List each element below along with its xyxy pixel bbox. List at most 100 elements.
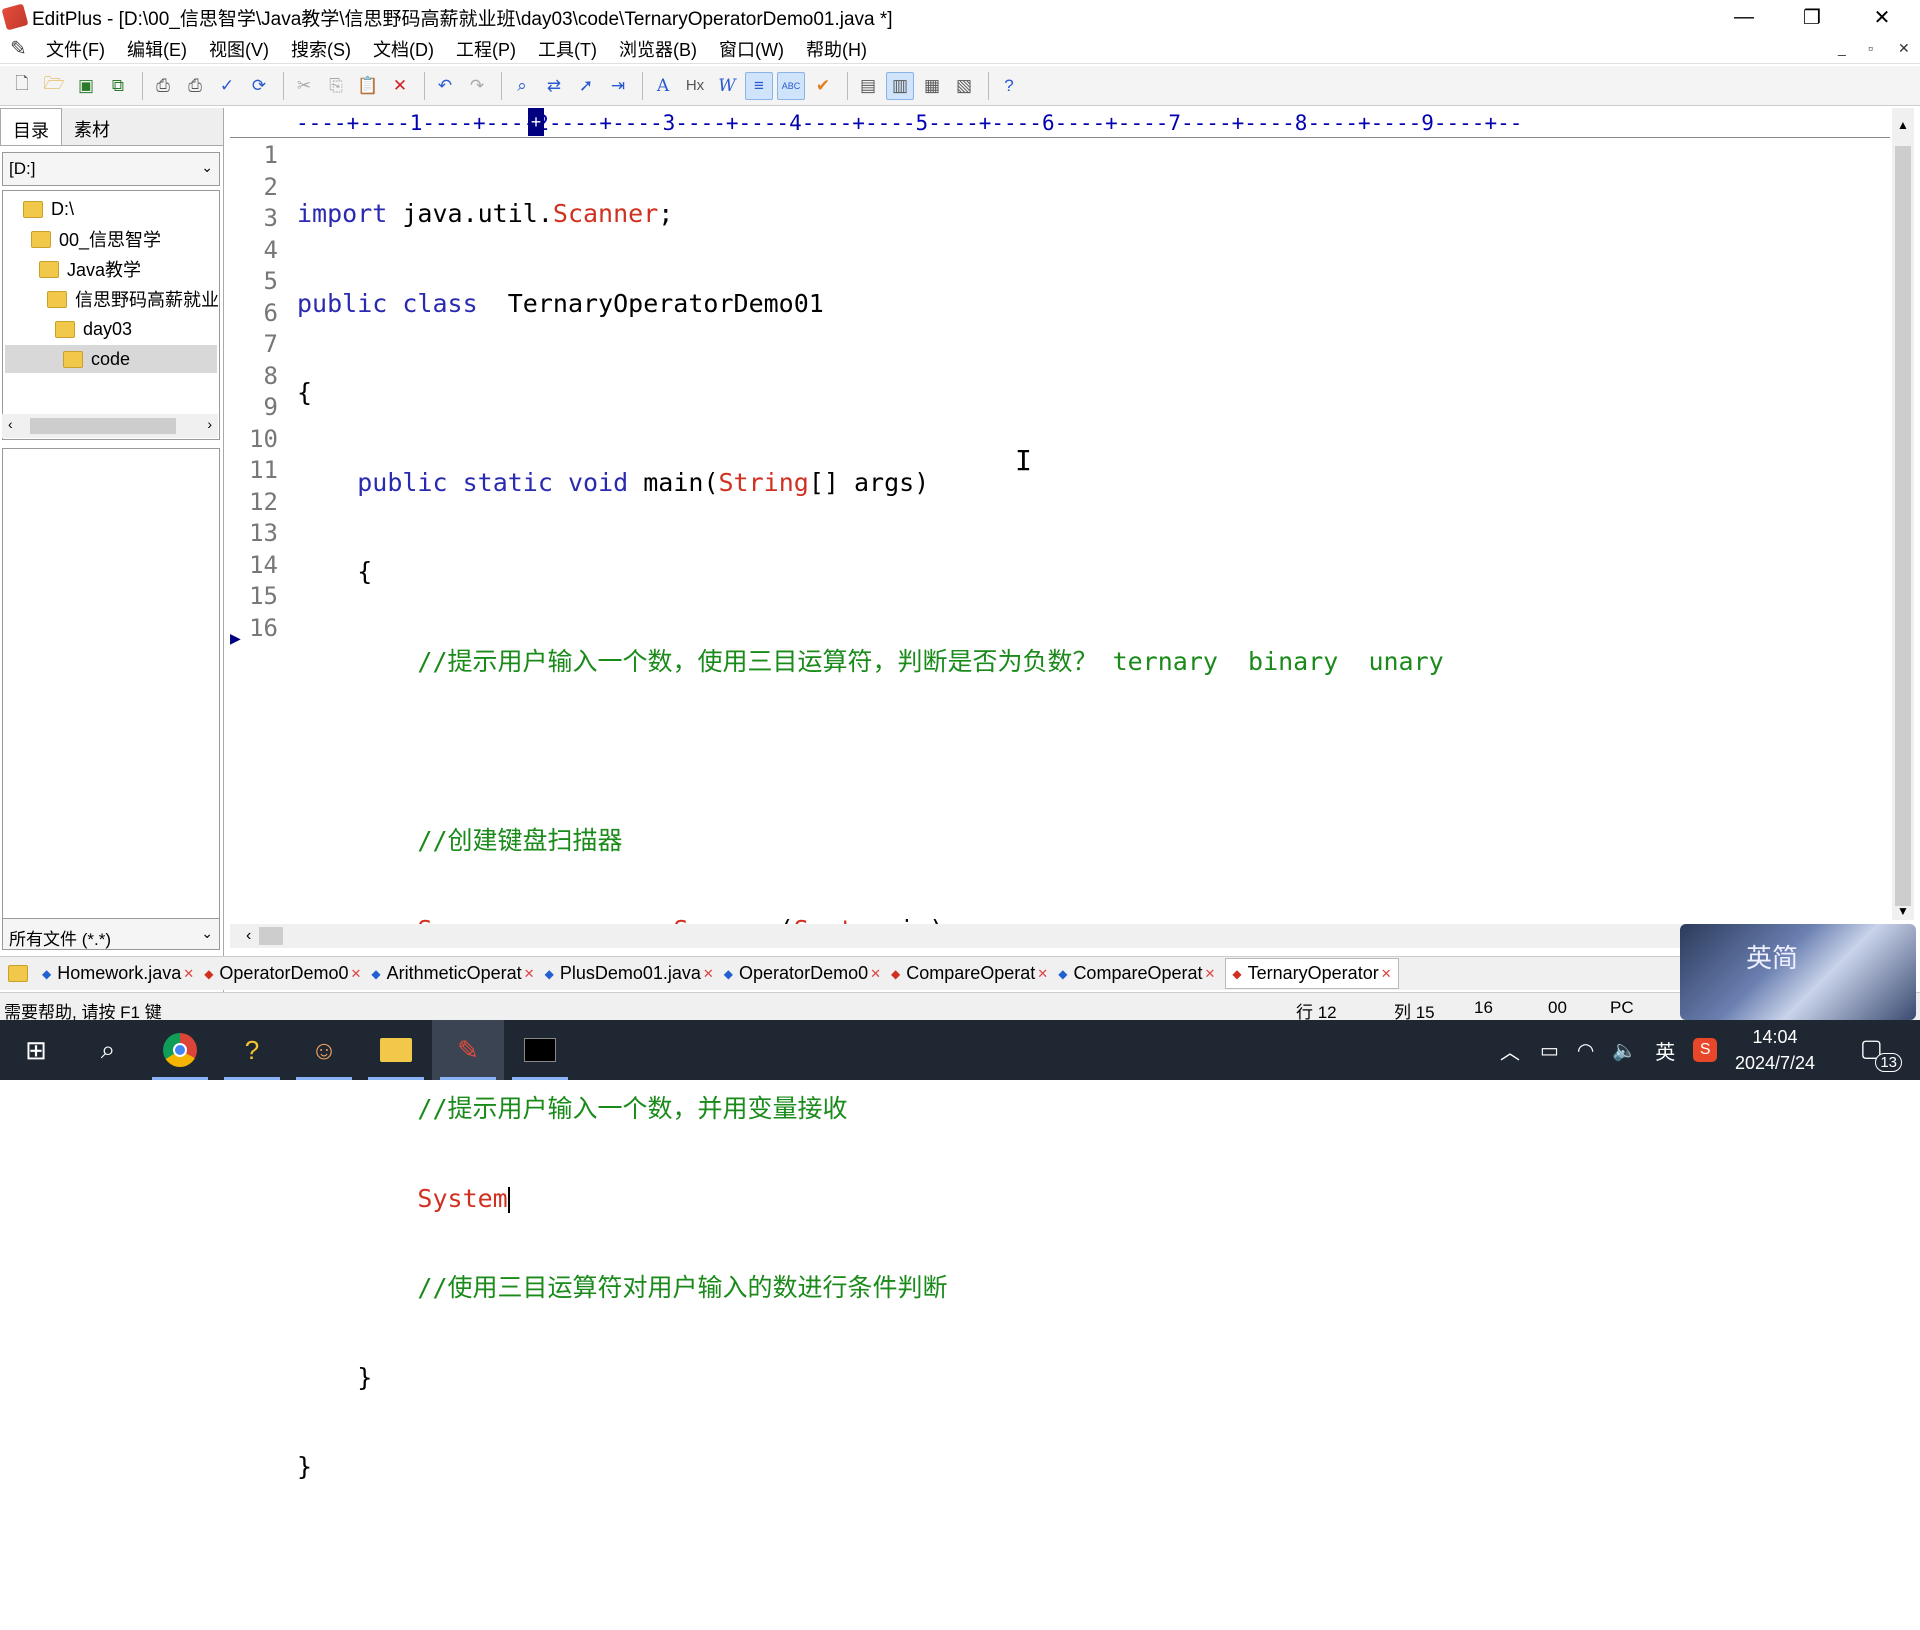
restore-button[interactable]: ❐ (1784, 0, 1840, 34)
menu-tools[interactable]: 工具(T) (538, 36, 597, 62)
editplus-app-icon[interactable] (1, 3, 29, 31)
spell-check-icon[interactable]: ✓ (213, 72, 241, 100)
tab-directory[interactable]: 目录 (0, 108, 62, 145)
scroll-thumb[interactable] (259, 927, 284, 945)
battery-icon[interactable]: ▭ (1540, 1038, 1559, 1063)
save-icon[interactable]: ▣ (72, 72, 100, 100)
clip-icon[interactable]: ▦ (918, 72, 946, 100)
close-tab-icon[interactable]: ✕ (350, 966, 361, 982)
scroll-thumb[interactable] (1895, 146, 1911, 906)
scroll-thumb[interactable] (30, 418, 176, 434)
browser-icon[interactable]: ▤ (854, 72, 882, 100)
mdi-restore-button[interactable]: ▫ (1868, 40, 1873, 56)
scroll-left-icon[interactable]: ‹ (8, 416, 13, 432)
editplus-icon[interactable]: ✎ (432, 1020, 504, 1080)
open-file-icon[interactable]: 🗁 (40, 72, 68, 100)
windows-start-icon[interactable]: ⊞ (0, 1020, 72, 1080)
scroll-right-icon[interactable]: › (207, 416, 212, 432)
sticky-help-icon[interactable]: ? (216, 1020, 288, 1080)
tree-node-class[interactable]: 信思野码高薪就业 (47, 285, 219, 313)
search-icon[interactable]: ⌕ (72, 1020, 144, 1080)
file-explorer-icon[interactable] (360, 1020, 432, 1080)
scroll-down-icon[interactable]: ▼ (1897, 904, 1909, 918)
goto-icon[interactable]: ➚ (572, 72, 600, 100)
cut-icon[interactable]: ✂ (290, 72, 318, 100)
redo-icon[interactable]: ↷ (463, 72, 491, 100)
wifi-icon[interactable]: ◠ (1577, 1038, 1594, 1063)
notification-center-icon[interactable]: ▢ 13 (1860, 1034, 1902, 1072)
menu-project[interactable]: 工程(P) (456, 36, 516, 62)
chevron-up-icon[interactable]: ︿ (1500, 1036, 1520, 1065)
close-tab-icon[interactable]: ✕ (183, 966, 194, 982)
minimize-button[interactable]: — (1716, 0, 1772, 34)
editor-horizontal-scrollbar[interactable]: ‹ (230, 924, 1890, 948)
doc-tab[interactable]: ◆ Homework.java ✕ (42, 963, 194, 984)
drive-select[interactable]: [D:] ⌄ (2, 152, 220, 186)
print-preview-icon[interactable]: ⎙ (149, 72, 177, 100)
tree-node-day03[interactable]: day03 (55, 315, 132, 343)
delete-icon[interactable]: ✕ (386, 72, 414, 100)
doc-tab[interactable]: ◆ CompareOperat ✕ (891, 963, 1048, 984)
close-tab-icon[interactable]: ✕ (870, 966, 881, 982)
doc-tab[interactable]: ◆ PlusDemo01.java ✕ (545, 963, 714, 984)
help-icon[interactable]: ? (995, 72, 1023, 100)
close-button[interactable]: ✕ (1854, 0, 1910, 34)
scroll-left-icon[interactable]: ‹ (246, 927, 251, 945)
check-icon[interactable]: ✔ (809, 72, 837, 100)
save-all-icon[interactable]: ⧉ (104, 72, 132, 100)
mdi-close-button[interactable]: ✕ (1898, 40, 1910, 57)
new-file-icon[interactable]: 🗋 (8, 72, 36, 100)
tree-node-d[interactable]: D:\ (23, 195, 74, 223)
paste-icon[interactable]: 📋 (354, 72, 382, 100)
ruler-icon[interactable]: ABC (777, 71, 805, 100)
ime-indicator[interactable]: 英 (1655, 1036, 1675, 1065)
menu-browser[interactable]: 浏览器(B) (619, 36, 697, 62)
close-tab-icon[interactable]: ✕ (1037, 966, 1048, 982)
scroll-up-icon[interactable]: ▲ (1897, 118, 1909, 132)
tree-horizontal-scrollbar[interactable]: ‹ › (2, 414, 218, 438)
replace-icon[interactable]: ⇄ (540, 72, 568, 100)
find-icon[interactable]: ⌕ (508, 72, 536, 100)
reload-icon[interactable]: ⟳ (245, 72, 273, 100)
terminal-icon[interactable] (504, 1020, 576, 1080)
volume-icon[interactable]: 🔈 (1612, 1038, 1637, 1063)
tree-node-java[interactable]: Java教学 (39, 255, 141, 283)
close-tab-icon[interactable]: ✕ (1205, 966, 1216, 982)
editor-vertical-scrollbar[interactable]: ▲ ▼ (1892, 108, 1914, 920)
doc-tab[interactable]: ◆ OperatorDemo0 ✕ (724, 963, 881, 984)
doc-tab-active[interactable]: ◆ TernaryOperator ✕ (1225, 958, 1399, 989)
code-editor[interactable]: 1 2 3 4 5 6 7 8 9 10 11 12 13 14 15 16 ▶… (230, 140, 1890, 1481)
doc-tab[interactable]: ◆ ArithmeticOperat ✕ (371, 963, 534, 984)
close-tab-icon[interactable]: ✕ (1381, 966, 1392, 982)
indent-icon[interactable]: ⇥ (604, 72, 632, 100)
code-text[interactable]: import java.util.Scanner; public class T… (297, 140, 1444, 1630)
close-tab-icon[interactable]: ✕ (703, 966, 714, 982)
hx-icon[interactable]: Hx (681, 72, 709, 100)
close-tab-icon[interactable]: ✕ (524, 966, 535, 982)
doc-tab[interactable]: ◆ OperatorDemo0 ✕ (204, 963, 361, 984)
menu-file[interactable]: 文件(F) (46, 36, 105, 62)
file-list[interactable] (2, 448, 220, 924)
doc-tab[interactable]: ◆ CompareOperat ✕ (1058, 963, 1215, 984)
print-icon[interactable]: ⎙ (181, 72, 209, 100)
font-icon[interactable]: A (649, 72, 677, 100)
menu-window[interactable]: 窗口(W) (719, 36, 784, 62)
taskbar-clock[interactable]: 14:04 2024/7/24 (1700, 1024, 1850, 1076)
file-filter-select[interactable]: 所有文件 (*.*) ⌄ (2, 918, 220, 950)
view-icon[interactable]: ▥ (886, 71, 914, 100)
word-wrap-icon[interactable]: W (713, 72, 741, 100)
undo-icon[interactable]: ↶ (431, 72, 459, 100)
chrome-icon[interactable] (144, 1020, 216, 1080)
mdi-minimize-button[interactable]: _ (1838, 40, 1846, 56)
menu-help[interactable]: 帮助(H) (806, 36, 867, 62)
menu-view[interactable]: 视图(V) (209, 36, 269, 62)
menu-edit[interactable]: 编辑(E) (127, 36, 187, 62)
window-icon[interactable]: ▧ (950, 72, 978, 100)
tab-clips[interactable]: 素材 (62, 108, 122, 145)
people-icon[interactable]: ☺ (288, 1020, 360, 1080)
tree-node-00[interactable]: 00_信思智学 (31, 225, 161, 253)
tree-node-code[interactable]: code (5, 345, 217, 373)
menu-document[interactable]: 文档(D) (373, 36, 434, 62)
line-number-icon[interactable]: ≡ (745, 71, 773, 100)
copy-icon[interactable]: ⎘ (322, 72, 350, 100)
